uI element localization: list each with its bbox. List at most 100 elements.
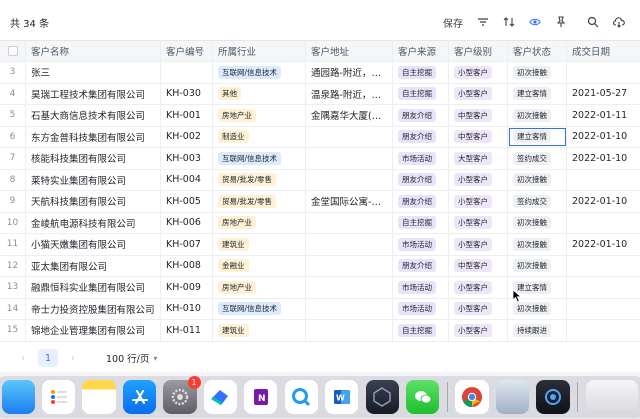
cell-source[interactable]: 自主挖掘 [393,320,449,341]
cell-date[interactable] [567,320,640,341]
cloud-download-icon[interactable] [608,11,630,33]
cell-level[interactable]: 中型客户 [449,255,508,276]
cell-source[interactable]: 朋友介绍 [393,169,449,190]
cell-address[interactable]: 温泉路-附近，北… [306,83,393,104]
prev-page-icon[interactable]: ‹ [14,353,32,364]
pin-icon[interactable] [550,11,572,33]
word-icon[interactable]: W [325,380,359,414]
cell-date[interactable]: 2021-05-27 [567,84,640,105]
row-index[interactable]: 13 [0,277,26,298]
cell-source[interactable]: 自主挖掘 [393,212,449,233]
cell-date[interactable] [567,170,640,191]
cell-source[interactable]: 自主挖掘 [393,83,449,104]
table-row[interactable]: 5 石基大商信息技术有限公司 KH-001 房地产业 金隅嘉华大厦(B座… 朋友介绍 中型客… [0,105,640,127]
cell-code[interactable]: KH-002 [161,126,213,147]
column-header[interactable]: 客户来源 [393,41,449,61]
cell-address[interactable]: 通园路-附近，江… [306,62,393,83]
row-index[interactable]: 5 [0,105,26,126]
chrome-icon[interactable] [455,380,489,414]
row-index[interactable]: 9 [0,191,26,212]
table-row[interactable]: 3 张三 互联网/信息技术 通园路-附近，江… 自主挖掘 小型客户 初次接触 [0,62,640,84]
quicktime-icon[interactable] [284,380,318,414]
next-page-icon[interactable]: › [64,353,82,364]
cell-source[interactable]: 朋友介绍 [393,105,449,126]
cell-date[interactable] [567,256,640,277]
preview-icon[interactable] [495,380,530,414]
sort-icon[interactable] [498,11,520,33]
cell-date[interactable] [567,299,640,320]
cell-source[interactable]: 市场活动 [393,234,449,255]
table-row[interactable]: 12 亚太集团有限公司 KH-008 金融业 朋友介绍 中型客户 初次接触 [0,255,640,277]
cell-source[interactable]: 市场活动 [393,298,449,319]
cell-industry[interactable]: 金融业 [213,255,306,276]
cell-name[interactable]: 天航科技集团有限公司 [26,191,161,212]
cell-status[interactable]: 持续跟进 [508,320,567,341]
cell-level[interactable]: 小型客户 [449,62,508,83]
table-row[interactable]: 8 莱特实业集团有限公司 KH-004 贸易/批发/零售 朋友介绍 小型客户 初次接触 [0,169,640,191]
cell-level[interactable]: 小型客户 [449,83,508,104]
cell-level[interactable]: 小型客户 [449,277,508,298]
row-index[interactable]: 15 [0,320,26,341]
cell-code[interactable]: KH-008 [161,255,213,276]
cell-code[interactable]: KH-009 [161,277,213,298]
cell-name[interactable]: 昊瑞工程技术集团有限公司 [26,83,161,104]
filter-icon[interactable] [472,11,494,33]
system-settings-icon[interactable]: 1 [163,376,201,414]
column-header[interactable]: 客户名称 [26,41,161,61]
cell-code[interactable]: KH-011 [161,320,213,341]
cell-industry[interactable]: 互联网/信息技术 [213,298,306,319]
column-header[interactable]: 客户级别 [449,41,508,61]
cell-name[interactable]: 融鼎恒科实业集团有限公司 [26,277,161,298]
table-row[interactable]: 14 帝士力投资控股集团有限公司 KH-010 互联网/信息技术 市场活动 小型客户 初次接… [0,298,640,320]
search-icon[interactable] [582,11,604,33]
cell-name[interactable]: 金崚航电源科技有限公司 [26,212,161,233]
table-row[interactable]: 9 天航科技集团有限公司 KH-005 贸易/批发/零售 金堂国际公寓-附… 朋友介绍 小型… [0,191,640,213]
cell-status[interactable]: 初次接触 [508,234,567,255]
cell-address[interactable] [306,298,393,319]
column-header[interactable]: 成交日期 [567,41,640,61]
cell-code[interactable]: KH-005 [161,191,213,212]
cell-address[interactable]: 金堂国际公寓-附… [306,191,393,212]
cell-date[interactable]: 2022-01-11 [567,105,640,126]
cell-level[interactable]: 小型客户 [449,169,508,190]
cell-address[interactable] [306,277,393,298]
row-index[interactable]: 14 [0,298,26,319]
cell-source[interactable]: 市场活动 [393,148,449,169]
cell-name[interactable]: 帝士力投资控股集团有限公司 [26,298,161,319]
cell-address[interactable] [306,255,393,276]
row-index[interactable]: 11 [0,234,26,255]
cell-name[interactable]: 东方金普科技集团有限公司 [26,126,161,147]
cell-industry[interactable]: 房地产业 [213,277,306,298]
eye-icon[interactable] [524,11,546,33]
cell-industry[interactable]: 房地产业 [213,105,306,126]
cell-source[interactable]: 朋友介绍 [393,255,449,276]
row-index[interactable]: 7 [0,148,26,169]
cell-name[interactable]: 亚太集团有限公司 [26,255,161,276]
cell-code[interactable]: KH-004 [161,169,213,190]
cell-name[interactable]: 核能科技集团有限公司 [26,148,161,169]
lark-icon[interactable] [203,380,238,414]
cell-date[interactable]: 2022-01-10 [567,234,640,255]
row-index[interactable]: 6 [0,126,26,147]
table-row[interactable]: 11 小猫天嫩集团有限公司 KH-007 建筑业 市场活动 小型客户 初次接触 2022-01… [0,234,640,256]
cell-level[interactable]: 小型客户 [449,234,508,255]
select-all-checkbox[interactable] [0,41,26,61]
page-size-select[interactable]: 100 行/页 ▾ [106,351,157,366]
cell-date[interactable] [567,213,640,234]
cell-status[interactable]: 初次接触 [508,255,567,276]
cell-name[interactable]: 莱特实业集团有限公司 [26,169,161,190]
cell-level[interactable]: 中型客户 [449,126,508,147]
current-page[interactable]: 1 [38,349,58,367]
cell-code[interactable] [161,62,213,83]
cell-status[interactable]: 签约成交 [508,191,567,212]
cell-address[interactable] [306,169,393,190]
cell-level[interactable]: 中型客户 [449,105,508,126]
cell-date[interactable]: 2022-01-10 [567,191,640,212]
cell-industry[interactable]: 贸易/批发/零售 [213,191,306,212]
column-header[interactable]: 客户编号 [161,41,213,61]
app-store-icon[interactable] [122,380,157,414]
table-row[interactable]: 6 东方金普科技集团有限公司 KH-002 制造业 朋友介绍 中型客户 建立客情 2022-0… [0,126,640,148]
cell-name[interactable]: 小猫天嫩集团有限公司 [26,234,161,255]
cell-date[interactable]: 2022-01-10 [567,127,640,148]
cell-level[interactable]: 小型客户 [449,320,508,341]
